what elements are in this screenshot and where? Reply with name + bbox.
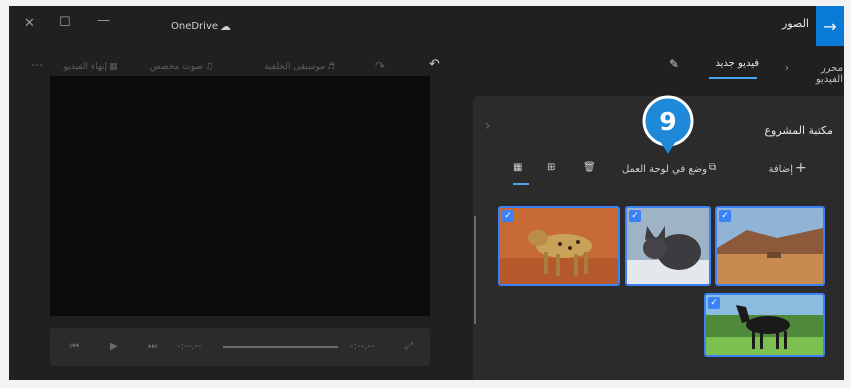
play-icon[interactable]: ▶ xyxy=(110,341,118,352)
current-time: -:--.-- xyxy=(177,341,202,352)
breadcrumb-current[interactable]: فيديو جديد xyxy=(707,58,759,69)
close-window-icon[interactable]: ✕ xyxy=(24,16,35,31)
maximize-window-icon[interactable]: ☐ xyxy=(59,15,71,30)
undo-icon[interactable]: ↶ xyxy=(429,57,440,72)
breadcrumb-separator-icon: › xyxy=(785,63,789,74)
previous-frame-icon[interactable]: ⏮ xyxy=(70,341,79,352)
progress-slider[interactable] xyxy=(223,346,338,348)
back-button[interactable]: → xyxy=(816,6,844,46)
delete-icon[interactable]: 🗑 xyxy=(583,162,596,173)
breadcrumb-underline xyxy=(709,77,757,79)
arrow-right-icon: → xyxy=(823,16,837,36)
project-library-title: مكتبة المشروع xyxy=(764,124,833,137)
app-title: الصور xyxy=(782,17,809,30)
list-view-icon[interactable]: ▦ xyxy=(513,162,522,173)
custom-audio-icon: ♫ xyxy=(205,62,214,72)
panel-scrollbar[interactable] xyxy=(474,216,476,324)
collapse-chevron-icon[interactable]: › xyxy=(485,118,491,134)
grid-view-icon[interactable]: ⊞ xyxy=(547,162,555,173)
title-bar: ✕ ☐ — OneDrive ☁ الصور → xyxy=(9,6,844,46)
selected-check-icon[interactable]: ✓ xyxy=(629,210,641,222)
step-callout: 9 xyxy=(642,95,694,154)
next-frame-icon[interactable]: ⏭ xyxy=(148,341,157,352)
selected-check-icon[interactable]: ✓ xyxy=(719,210,731,222)
step-number: 9 xyxy=(659,107,676,136)
cloud-icon: ☁ xyxy=(220,20,231,33)
media-thumbnail-cat[interactable]: ✓ xyxy=(625,206,711,286)
leopard-image xyxy=(500,208,618,284)
place-in-storyboard-icon: ⧉ xyxy=(709,162,717,173)
media-thumbnail-desert[interactable]: ✓ xyxy=(715,206,825,286)
desert-camel-image xyxy=(717,208,823,284)
selected-check-icon[interactable]: ✓ xyxy=(502,210,514,222)
background-music-button[interactable]: موسيقى الخلفية xyxy=(249,62,325,72)
playback-controls: ⏮ ▶ ⏭ -:--.-- -:--.-- ⤢ xyxy=(50,328,430,366)
custom-audio-button[interactable]: صوت مخصص xyxy=(149,62,203,72)
media-thumbnail-leopard[interactable]: ✓ xyxy=(498,206,620,286)
breadcrumb-parent[interactable]: محرر الفيديو xyxy=(797,63,843,85)
horse-image xyxy=(706,295,823,355)
place-in-storyboard-button[interactable]: وضع في لوحة العمل xyxy=(613,164,707,175)
redo-icon[interactable]: ↷ xyxy=(375,59,385,73)
media-thumbnail-horse[interactable]: ✓ xyxy=(704,293,825,357)
video-preview xyxy=(50,76,430,316)
finish-video-button[interactable]: إنهاء الفيديو xyxy=(57,62,107,72)
minimize-window-icon[interactable]: — xyxy=(97,13,110,28)
add-icon[interactable]: + xyxy=(795,160,807,176)
view-toggle-underline xyxy=(513,183,529,185)
add-button[interactable]: إضافة xyxy=(749,164,793,175)
photos-app-window: ✕ ☐ — OneDrive ☁ الصور → محرر الفيديو › … xyxy=(9,6,844,380)
background-music-icon: ♬ xyxy=(327,62,336,72)
fullscreen-icon[interactable]: ⤢ xyxy=(405,341,413,352)
onedrive-label: OneDrive xyxy=(171,21,219,32)
selected-check-icon[interactable]: ✓ xyxy=(708,297,720,309)
total-time: -:--.-- xyxy=(350,341,375,352)
finish-video-icon: ▦ xyxy=(109,62,118,72)
edit-pencil-icon[interactable]: ✎ xyxy=(669,57,679,71)
more-options-icon[interactable]: ··· xyxy=(31,59,43,74)
